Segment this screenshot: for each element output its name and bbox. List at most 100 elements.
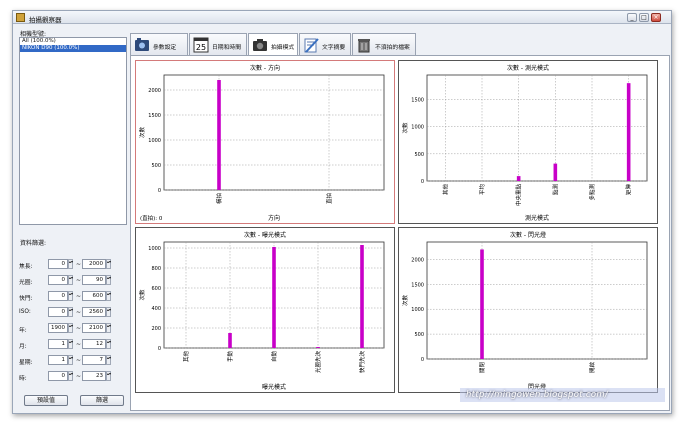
chart-title: 次數 - 測光模式	[507, 64, 549, 72]
tab-datetime[interactable]: 25 日期和時間	[189, 33, 247, 55]
window-title: 拍攝觀察器	[29, 16, 62, 24]
camera-model-list[interactable]: All (100.0%) NIKON D90 (100.0%)	[19, 37, 127, 225]
chart-svg: 次數 - 方向 0 500 1000 1500 2000 橫拍 直拍 次數方向 (直拍): 0	[138, 64, 385, 222]
filter-label: 資料篩選:	[20, 240, 47, 247]
camera-icon	[253, 39, 267, 51]
y-tick-label: 0	[421, 357, 424, 363]
filter-row: ISO: 0 ▴▾ ~2560 ▴▾	[18, 307, 130, 318]
tab-settings[interactable]: 參數設定	[130, 33, 188, 55]
filter-min-input[interactable]: 0	[48, 275, 68, 285]
tab-unneeded-files[interactable]: 不須拍的檔案	[352, 33, 416, 55]
x-tick-label: 矩陣	[625, 184, 633, 196]
filter-max-spinner[interactable]: ▴▾	[106, 259, 111, 269]
filter-min-input[interactable]: 0	[48, 371, 68, 381]
x-tick-label: 手動	[226, 351, 234, 363]
x-tick-label: 光圈先決	[314, 351, 322, 374]
bar	[217, 80, 221, 190]
x-axis-label: 曝光模式	[262, 383, 286, 391]
filter-min-input[interactable]: 1900	[48, 323, 68, 333]
filter-max-input[interactable]: 23	[82, 371, 106, 381]
left-panel: 相機型號: All (100.0%) NIKON D90 (100.0%) 資料…	[18, 27, 131, 411]
filter-min-spinner[interactable]: ▴▾	[68, 371, 73, 381]
x-axis-label: 測光模式	[525, 214, 549, 222]
bar	[553, 163, 558, 181]
filter-max-spinner[interactable]: ▴▾	[106, 355, 111, 365]
y-axis-label: 次數	[401, 295, 409, 307]
x-tick-label: 直拍	[325, 193, 333, 204]
x-tick-label: 其他	[182, 351, 190, 363]
x-tick-label: 自動	[270, 351, 278, 363]
filter-min-spinner[interactable]: ▴▾	[68, 291, 73, 301]
y-axis-label: 次數	[138, 127, 146, 139]
filter-range-separator: ~	[76, 325, 82, 332]
bar	[626, 83, 631, 181]
filter-max-input[interactable]: 2560	[82, 307, 106, 317]
filter-max-spinner[interactable]: ▴▾	[106, 307, 111, 317]
filter-min-input[interactable]: 1	[48, 339, 68, 349]
filter-min-spinner[interactable]: ▴▾	[68, 355, 73, 365]
x-axis-label: 方向	[268, 214, 280, 222]
watermark: http://mingowen.blogspot.com/	[460, 388, 665, 402]
filter-range-separator: ~	[76, 341, 82, 348]
chart-title: 次數 - 方向	[250, 64, 280, 72]
apply-filter-button[interactable]: 篩選	[80, 395, 124, 406]
filter-min-input[interactable]: 0	[48, 291, 68, 301]
filter-max-input[interactable]: 7	[82, 355, 106, 365]
filter-row-label: 快門:	[19, 296, 33, 302]
filter-max-spinner[interactable]: ▴▾	[106, 323, 111, 333]
filter-min-spinner[interactable]: ▴▾	[68, 259, 73, 269]
list-item[interactable]: All (100.0%)	[20, 38, 126, 45]
x-tick-label: 關閉	[479, 362, 486, 374]
filter-max-spinner[interactable]: ▴▾	[106, 275, 111, 285]
filter-row-label: ISO:	[19, 309, 31, 315]
bar	[272, 247, 276, 348]
reset-button[interactable]: 預設值	[24, 395, 68, 406]
y-tick-label: 2000	[148, 88, 161, 94]
filter-row: 月: 1 ▴▾ ~12 ▴▾	[18, 339, 130, 350]
y-tick-label: 1000	[411, 307, 424, 313]
x-tick-label: 平均	[478, 184, 486, 196]
chart-svg: 次數 - 閃光燈0500100015002000關閉開啟次數閃光燈	[401, 231, 648, 391]
filter-max-input[interactable]: 2000	[82, 259, 106, 269]
tab-label: 日期和時間	[212, 45, 241, 51]
filter-max-input[interactable]: 90	[82, 275, 106, 285]
tab-text-summary[interactable]: 文字摘要	[299, 33, 351, 55]
filter-min-spinner[interactable]: ▴▾	[68, 307, 73, 317]
bar	[360, 245, 364, 348]
x-tick-label: 其他	[441, 184, 449, 196]
y-tick-label: 0	[421, 179, 424, 185]
minimize-button[interactable]: _	[627, 13, 637, 22]
y-tick-label: 2000	[411, 257, 424, 263]
filter-min-input[interactable]: 1	[48, 355, 68, 365]
chart-exposure-mode: 次數 - 曝光模式 0 200 400 600 800 1000 其他 手動 自動 光圈先決 快門先決…	[135, 227, 395, 393]
filter-max-input[interactable]: 2100	[82, 323, 106, 333]
filter-max-spinner[interactable]: ▴▾	[106, 371, 111, 381]
close-button[interactable]: ×	[651, 13, 661, 22]
filter-min-input[interactable]: 0	[48, 259, 68, 269]
filter-max-input[interactable]: 12	[82, 339, 106, 349]
x-tick-label: 中央重點	[515, 184, 523, 207]
tab-label: 文字摘要	[322, 45, 346, 51]
plot-frame	[163, 74, 385, 191]
filter-min-spinner[interactable]: ▴▾	[68, 339, 73, 349]
filter-min-spinner[interactable]: ▴▾	[68, 275, 73, 285]
maximize-button[interactable]: □	[639, 13, 649, 22]
filter-max-spinner[interactable]: ▴▾	[106, 291, 111, 301]
settings-icon	[135, 38, 149, 51]
bar	[480, 249, 484, 359]
y-tick-label: 500	[151, 163, 161, 169]
tab-shooting-mode[interactable]: 拍攝模式	[248, 33, 298, 56]
filter-max-input[interactable]: 600	[82, 291, 106, 301]
filter-row: 年: 1900 ▴▾ ~2100 ▴▾	[18, 323, 130, 334]
filter-min-input[interactable]: 0	[48, 307, 68, 317]
filter-min-spinner[interactable]: ▴▾	[68, 323, 73, 333]
trash-icon	[358, 39, 370, 53]
list-item[interactable]: NIKON D90 (100.0%)	[20, 45, 126, 52]
filter-max-spinner[interactable]: ▴▾	[106, 339, 111, 349]
x-tick-label: 點測	[551, 184, 559, 196]
y-tick-label: 1000	[148, 138, 161, 144]
bar	[316, 347, 320, 348]
filter-range-separator: ~	[76, 373, 82, 380]
y-tick-label: 200	[151, 326, 161, 332]
filter-row: 星期: 1 ▴▾ ~7 ▴▾	[18, 355, 130, 366]
